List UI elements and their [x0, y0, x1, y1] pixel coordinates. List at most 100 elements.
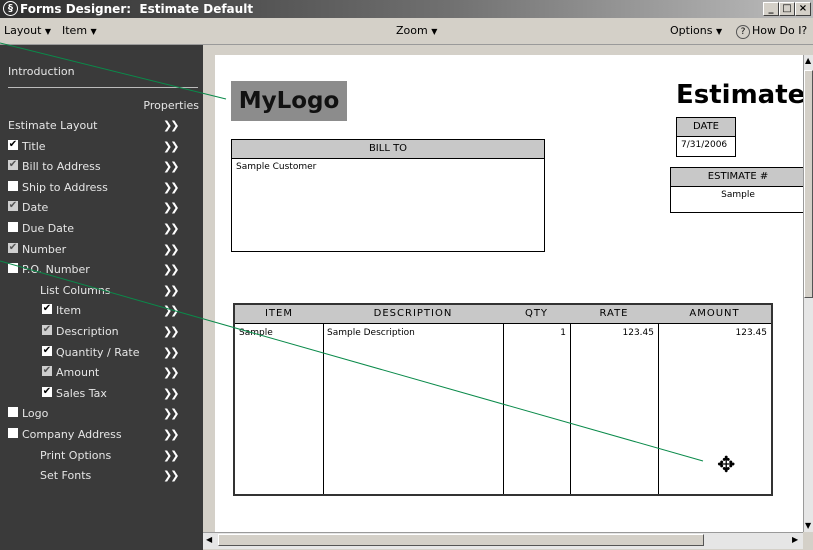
column-header: ITEM: [235, 305, 323, 324]
table-column[interactable]: ITEM Sample: [235, 305, 324, 494]
table-cell: Sample Description: [327, 328, 415, 338]
checkbox[interactable]: [8, 263, 18, 274]
maximize-button[interactable]: □: [779, 2, 795, 16]
checkbox[interactable]: [8, 180, 18, 191]
double-chevron-right-icon[interactable]: ❯❯: [163, 304, 180, 317]
checkbox[interactable]: [8, 428, 18, 438]
form-title[interactable]: Estimate: [676, 80, 805, 110]
logo-placeholder[interactable]: MyLogo: [231, 81, 347, 121]
table-column[interactable]: AMOUNT 123.45: [658, 305, 771, 494]
double-chevron-right-icon[interactable]: ❯❯: [163, 160, 180, 173]
sidebar-item-label: Print Options: [40, 448, 112, 462]
checkbox[interactable]: ✔: [8, 242, 18, 253]
close-button[interactable]: ×: [795, 2, 811, 16]
sidebar-item[interactable]: Due Date ❯❯: [0, 219, 203, 239]
checkbox[interactable]: ✔: [42, 304, 52, 315]
title-bar: § Forms Designer: Estimate Default _ □ ×: [0, 0, 813, 18]
double-chevron-right-icon[interactable]: ❯❯: [163, 469, 180, 482]
help-icon: ?: [736, 25, 750, 39]
checkbox[interactable]: ✔: [8, 139, 18, 150]
properties-label: Properties: [143, 99, 199, 112]
vertical-scroll-thumb[interactable]: [804, 70, 813, 298]
sidebar-item[interactable]: ✔ Number ❯❯: [0, 240, 203, 260]
double-chevron-right-icon[interactable]: ❯❯: [163, 263, 180, 276]
checkbox[interactable]: [8, 407, 18, 418]
sidebar-item[interactable]: ✔ Sales Tax ❯❯: [0, 384, 203, 404]
sidebar-divider: [8, 87, 198, 88]
sidebar-item[interactable]: Estimate Layout ❯❯: [0, 116, 203, 136]
double-chevron-right-icon[interactable]: ❯❯: [163, 284, 180, 297]
menu-item[interactable]: Item ▼: [62, 24, 97, 37]
checkbox[interactable]: ✔: [8, 160, 18, 171]
sidebar-item[interactable]: Company Address ❯❯: [0, 425, 203, 445]
menu-bar: Layout ▼ Item ▼ Zoom ▼ Options ▼ ? How Do…: [0, 18, 813, 45]
table-column[interactable]: RATE 123.45: [570, 305, 659, 494]
estimate-number-box[interactable]: ESTIMATE # Sample: [670, 167, 805, 213]
column-header: AMOUNT: [658, 305, 771, 324]
column-header: RATE: [570, 305, 658, 324]
sidebar-item[interactable]: Ship to Address ❯❯: [0, 178, 203, 198]
table-column[interactable]: DESCRIPTION Sample Description: [323, 305, 504, 494]
sidebar-item-label: Item: [56, 304, 82, 318]
menu-layout[interactable]: Layout ▼: [4, 24, 51, 37]
double-chevron-right-icon[interactable]: ❯❯: [163, 119, 180, 132]
minimize-button[interactable]: _: [763, 2, 779, 16]
horizontal-scroll-thumb[interactable]: [218, 534, 704, 546]
sidebar-item-label: Ship to Address: [22, 180, 108, 194]
double-chevron-right-icon[interactable]: ❯❯: [163, 222, 180, 235]
bill-to-box[interactable]: BILL TO Sample Customer: [231, 139, 545, 252]
sidebar-item-label: Bill to Address: [22, 160, 101, 174]
double-chevron-right-icon[interactable]: ❯❯: [163, 325, 180, 338]
sidebar-item[interactable]: Print Options ❯❯: [0, 446, 203, 466]
table-cell: 1: [560, 328, 566, 338]
column-header: DESCRIPTION: [323, 305, 503, 324]
chevron-down-icon: ▼: [44, 27, 52, 36]
sidebar-item[interactable]: ✔ Date ❯❯: [0, 198, 203, 218]
double-chevron-right-icon[interactable]: ❯❯: [163, 201, 180, 214]
scroll-right-icon[interactable]: ▶: [792, 535, 798, 544]
app-icon[interactable]: §: [3, 1, 18, 16]
menu-item-label: Item: [62, 24, 88, 37]
double-chevron-right-icon[interactable]: ❯❯: [163, 366, 180, 379]
date-box[interactable]: DATE 7/31/2006: [676, 117, 736, 157]
scroll-up-icon[interactable]: ▲: [805, 56, 811, 65]
sidebar-item[interactable]: List Columns ❯❯: [0, 281, 203, 301]
sidebar-item[interactable]: ✔ Title ❯❯: [0, 137, 203, 157]
checkbox[interactable]: ✔: [42, 325, 52, 335]
double-chevron-right-icon[interactable]: ❯❯: [163, 181, 180, 194]
checkbox[interactable]: ✔: [42, 366, 52, 377]
table-column[interactable]: QTY 1: [503, 305, 571, 494]
double-chevron-right-icon[interactable]: ❯❯: [163, 407, 180, 420]
checkbox[interactable]: ✔: [8, 201, 18, 212]
item-table[interactable]: ITEM Sample DESCRIPTION Sample Description Q…: [233, 303, 773, 496]
double-chevron-right-icon[interactable]: ❯❯: [163, 387, 180, 400]
sidebar-item[interactable]: ✔ Quantity / Rate ❯❯: [0, 343, 203, 363]
scroll-down-icon[interactable]: ▼: [805, 521, 811, 530]
sidebar-item[interactable]: P.O. Number ❯❯: [0, 260, 203, 280]
date-value: 7/31/2006: [681, 140, 728, 150]
menu-help[interactable]: ? How Do I?: [736, 24, 807, 39]
double-chevron-right-icon[interactable]: ❯❯: [163, 243, 180, 256]
menu-options[interactable]: Options ▼: [670, 24, 722, 37]
sidebar-item[interactable]: ✔ Description ❯❯: [0, 322, 203, 342]
sidebar-item[interactable]: ✔ Bill to Address ❯❯: [0, 157, 203, 177]
scroll-left-icon[interactable]: ◀: [206, 535, 212, 544]
checkbox[interactable]: [8, 222, 18, 232]
double-chevron-right-icon[interactable]: ❯❯: [163, 346, 180, 359]
double-chevron-right-icon[interactable]: ❯❯: [163, 140, 180, 153]
sidebar-item[interactable]: ✔ Item ❯❯: [0, 301, 203, 321]
sidebar-item-label: Company Address: [22, 428, 122, 441]
sidebar-item-label: Sales Tax: [56, 386, 107, 400]
checkbox[interactable]: ✔: [42, 386, 52, 397]
sidebar-item[interactable]: Set Fonts ❯❯: [0, 466, 203, 486]
checkbox[interactable]: ✔: [42, 345, 52, 356]
sidebar-item[interactable]: ✔ Amount ❯❯: [0, 363, 203, 383]
double-chevron-right-icon[interactable]: ❯❯: [163, 449, 180, 462]
sidebar-intro-link[interactable]: Introduction: [8, 65, 75, 78]
sidebar-item-label: Due Date: [22, 222, 74, 235]
menu-zoom[interactable]: Zoom ▼: [396, 24, 437, 37]
estimate-number-value: Sample: [721, 190, 755, 200]
sidebar-item-label: Amount: [56, 366, 100, 380]
double-chevron-right-icon[interactable]: ❯❯: [163, 428, 180, 441]
sidebar-item[interactable]: Logo ❯❯: [0, 404, 203, 424]
